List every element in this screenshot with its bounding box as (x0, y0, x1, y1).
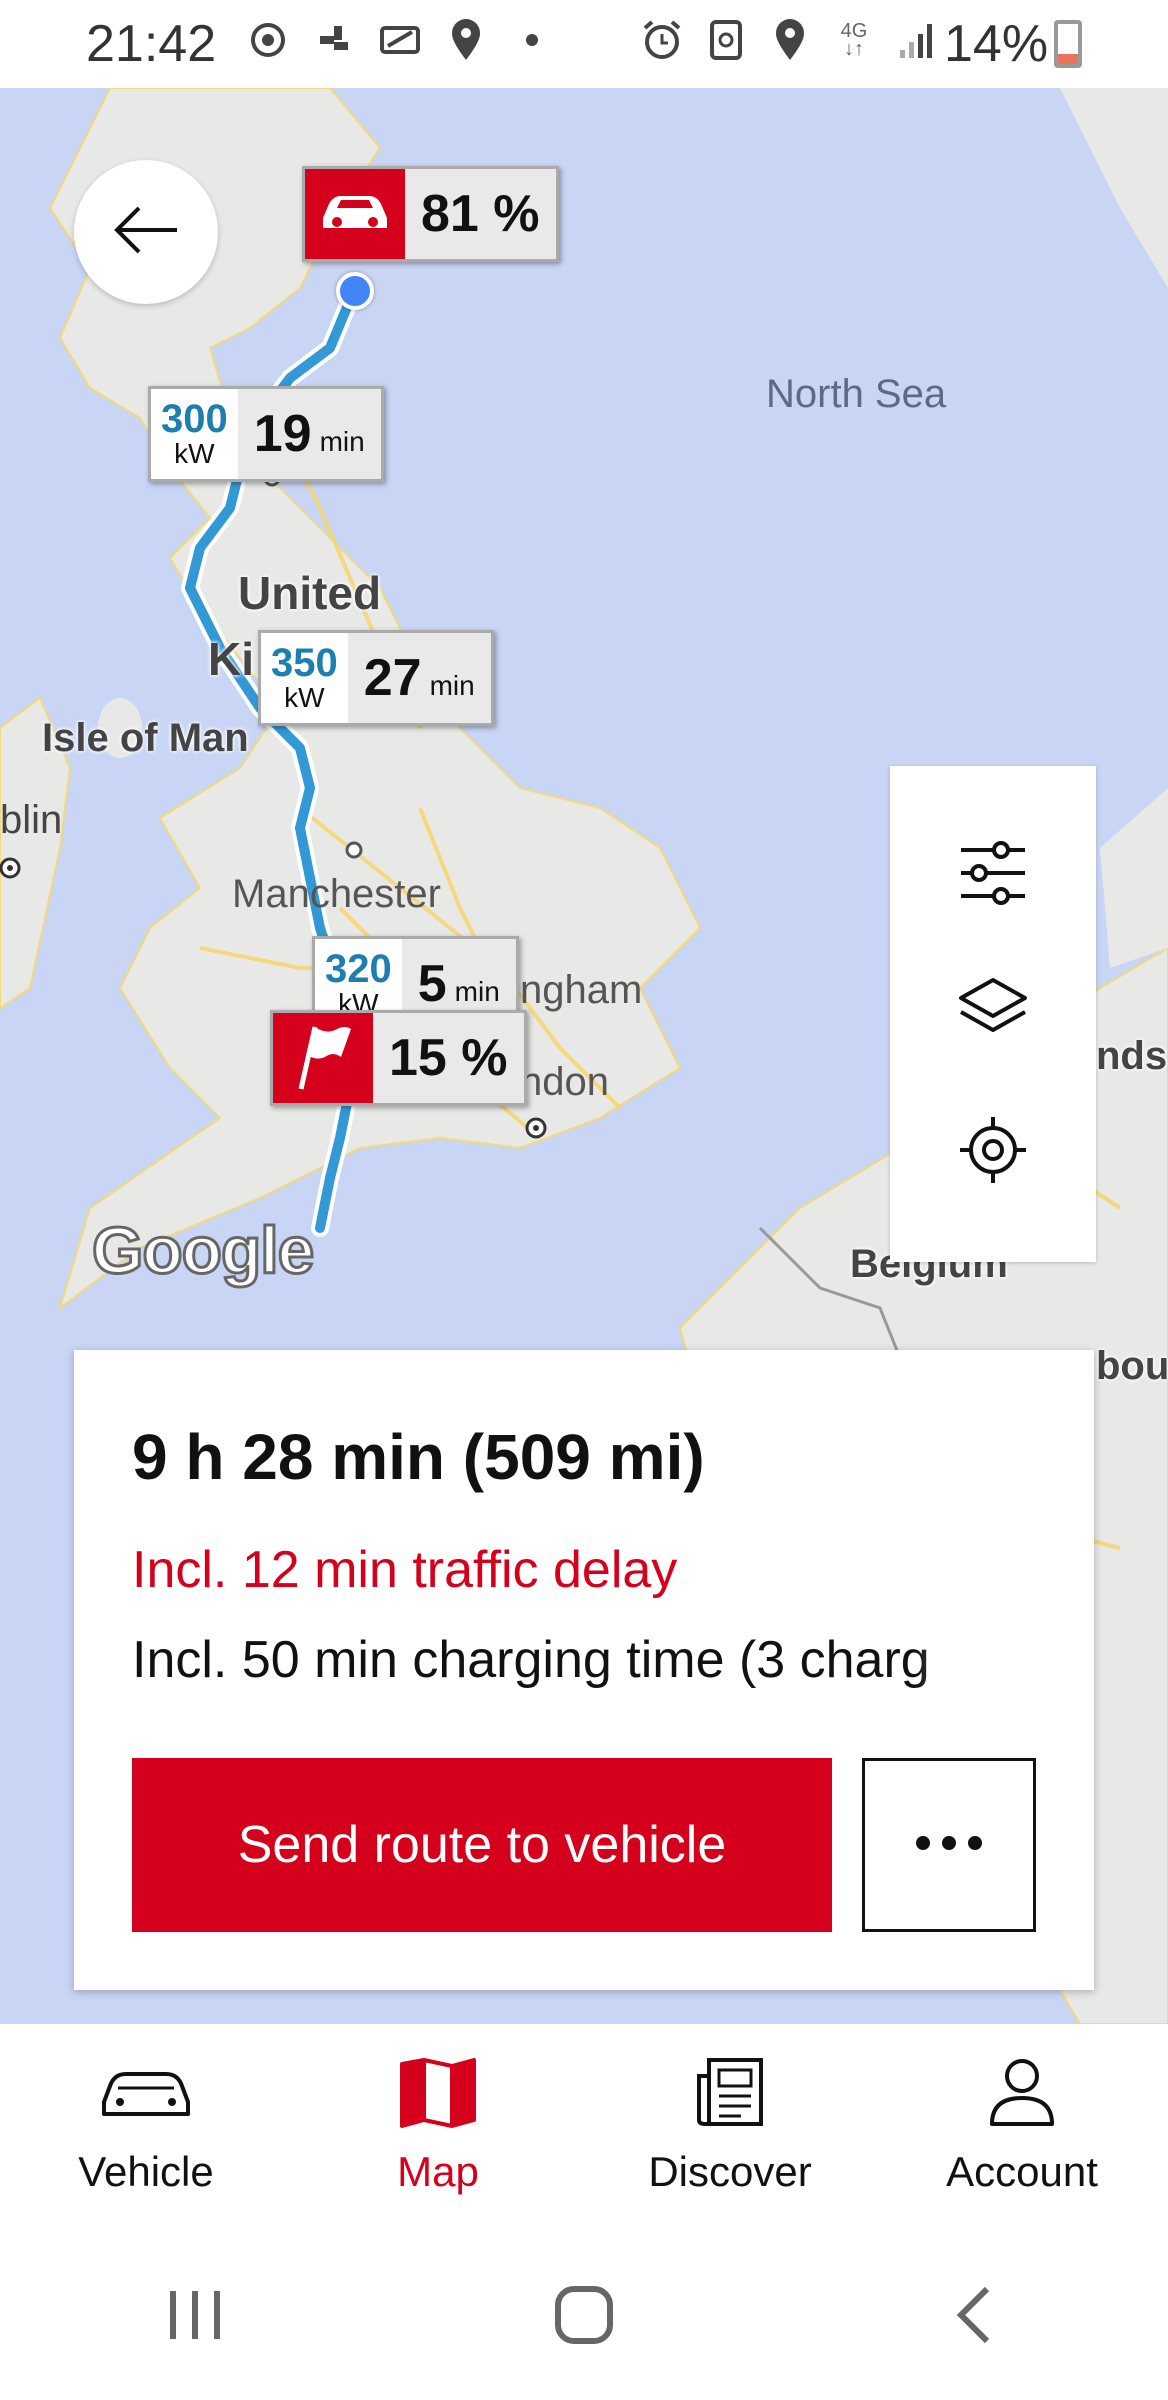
battery-percent: 14% (944, 15, 1049, 73)
route-summary-card: 9 h 28 min (509 mi) Incl. 12 min traffic… (74, 1350, 1094, 1990)
charge-stop-minutes-unit: min (454, 976, 500, 1007)
status-notification-icons (246, 18, 554, 62)
vpn-icon (378, 18, 422, 62)
start-pin-value-box: 81 % (405, 184, 556, 244)
route-duration-distance: 9 h 28 min (509 mi) (132, 1421, 705, 1493)
charge-stop-power: 350 kW (261, 633, 348, 723)
bottom-navigation: Vehicle Map Discover Account (0, 2024, 1168, 2234)
charge-stop-kw-unit: kW (174, 438, 215, 469)
layers-button[interactable] (948, 969, 1038, 1059)
filter-button[interactable] (948, 830, 1038, 920)
destination-pin-icon-box (273, 1013, 373, 1103)
destination-pin[interactable]: 15 % (270, 1010, 527, 1106)
map-tools-panel (890, 766, 1096, 1262)
newspaper-icon (680, 2054, 780, 2130)
slack-icon (312, 18, 356, 62)
system-navigation-bar (0, 2234, 1168, 2400)
charge-stop-minutes-unit: min (319, 426, 365, 457)
charge-stop-kw-unit: kW (284, 682, 325, 713)
nav-item-discover[interactable]: Discover (584, 2024, 876, 2234)
more-options-button[interactable] (862, 1758, 1036, 1932)
map-label-dublin: blin (0, 798, 63, 842)
start-battery-level: 81 % (421, 185, 540, 243)
map-label-kingdom: Ki (208, 633, 254, 685)
signal-icon (896, 18, 940, 62)
back-button[interactable] (74, 160, 218, 304)
charge-stop-pin[interactable]: 350 kW 27 min (258, 630, 494, 726)
charging-time-text: Incl. 50 min charging time (3 charg (132, 1631, 930, 1689)
car-icon (96, 2054, 196, 2130)
battery-icon (1054, 20, 1082, 68)
sync-icon (246, 18, 290, 62)
map-label-london: ndon (520, 1060, 609, 1104)
charge-stop-duration: 27 min (348, 648, 491, 708)
map-label-luxembourg: bou (1096, 1344, 1168, 1388)
flag-icon (293, 1021, 353, 1096)
nav-item-vehicle[interactable]: Vehicle (0, 2024, 292, 2234)
chevron-left-icon (953, 2285, 993, 2350)
dot-icon (510, 18, 554, 62)
send-route-button[interactable]: Send route to vehicle (132, 1758, 832, 1932)
status-bar: 21:42 4G ↓↑ 14% (0, 0, 1168, 88)
charge-stop-pin[interactable]: 300 kW 19 min (148, 386, 384, 482)
alarm-icon (640, 18, 684, 62)
layers-icon (957, 976, 1029, 1051)
nav-label-account: Account (946, 2148, 1098, 2195)
home-icon (554, 2285, 614, 2350)
traffic-delay-text: Incl. 12 min traffic delay (132, 1541, 678, 1599)
charge-stop-minutes: 19 (253, 405, 312, 463)
car-icon (317, 190, 393, 239)
charge-stop-kw: 320 (325, 947, 392, 991)
nav-item-map[interactable]: Map (292, 2024, 584, 2234)
charge-stop-kw: 300 (161, 397, 228, 441)
charge-stop-duration: 19 min (238, 404, 381, 464)
home-button[interactable] (524, 2272, 644, 2362)
status-system-icons: 4G ↓↑ (640, 18, 940, 62)
filter-sliders-icon (957, 840, 1029, 911)
locate-button[interactable] (948, 1108, 1038, 1198)
destination-battery-level: 15 % (389, 1029, 508, 1087)
map-label-united: United (238, 567, 382, 619)
charge-stop-kw: 350 (271, 641, 338, 685)
person-icon (972, 2054, 1072, 2130)
charge-stop-power: 300 kW (151, 389, 238, 479)
arrow-left-icon (111, 205, 181, 260)
more-dots-icon (914, 1835, 984, 1856)
recents-icon (165, 2285, 225, 2350)
location-icon (444, 18, 488, 62)
map-label-birmingham: ngham (520, 968, 643, 1012)
map-label-isle-of-man: Isle of Man (42, 716, 249, 760)
nav-item-account[interactable]: Account (876, 2024, 1168, 2234)
map-label-netherlands: nds (1096, 1034, 1168, 1078)
nav-label-map: Map (397, 2148, 479, 2195)
system-back-button[interactable] (913, 2272, 1033, 2362)
google-logo: Google (90, 1212, 315, 1289)
destination-pin-value-box: 15 % (373, 1028, 524, 1088)
map-label-manchester: Manchester (232, 872, 441, 916)
nav-label-discover: Discover (648, 2148, 812, 2195)
start-pin-icon-box (305, 169, 405, 259)
charge-stop-minutes: 5 (417, 955, 447, 1013)
recent-apps-button[interactable] (135, 2272, 255, 2362)
charge-stop-minutes-unit: min (429, 670, 475, 701)
map-icon (388, 2054, 488, 2130)
charge-stop-minutes: 27 (363, 649, 422, 707)
nfc-icon (704, 18, 748, 62)
status-time: 21:42 (86, 15, 217, 73)
map-label-north-sea: North Sea (766, 372, 947, 416)
location-icon (768, 18, 812, 62)
nav-label-vehicle: Vehicle (78, 2148, 214, 2195)
charge-stop-duration: 5 min (402, 954, 516, 1014)
network-type-label: 4G ↓↑ (840, 20, 868, 60)
start-pin[interactable]: 81 % (302, 166, 559, 262)
current-location-dot (336, 272, 374, 310)
locate-icon (958, 1115, 1028, 1190)
